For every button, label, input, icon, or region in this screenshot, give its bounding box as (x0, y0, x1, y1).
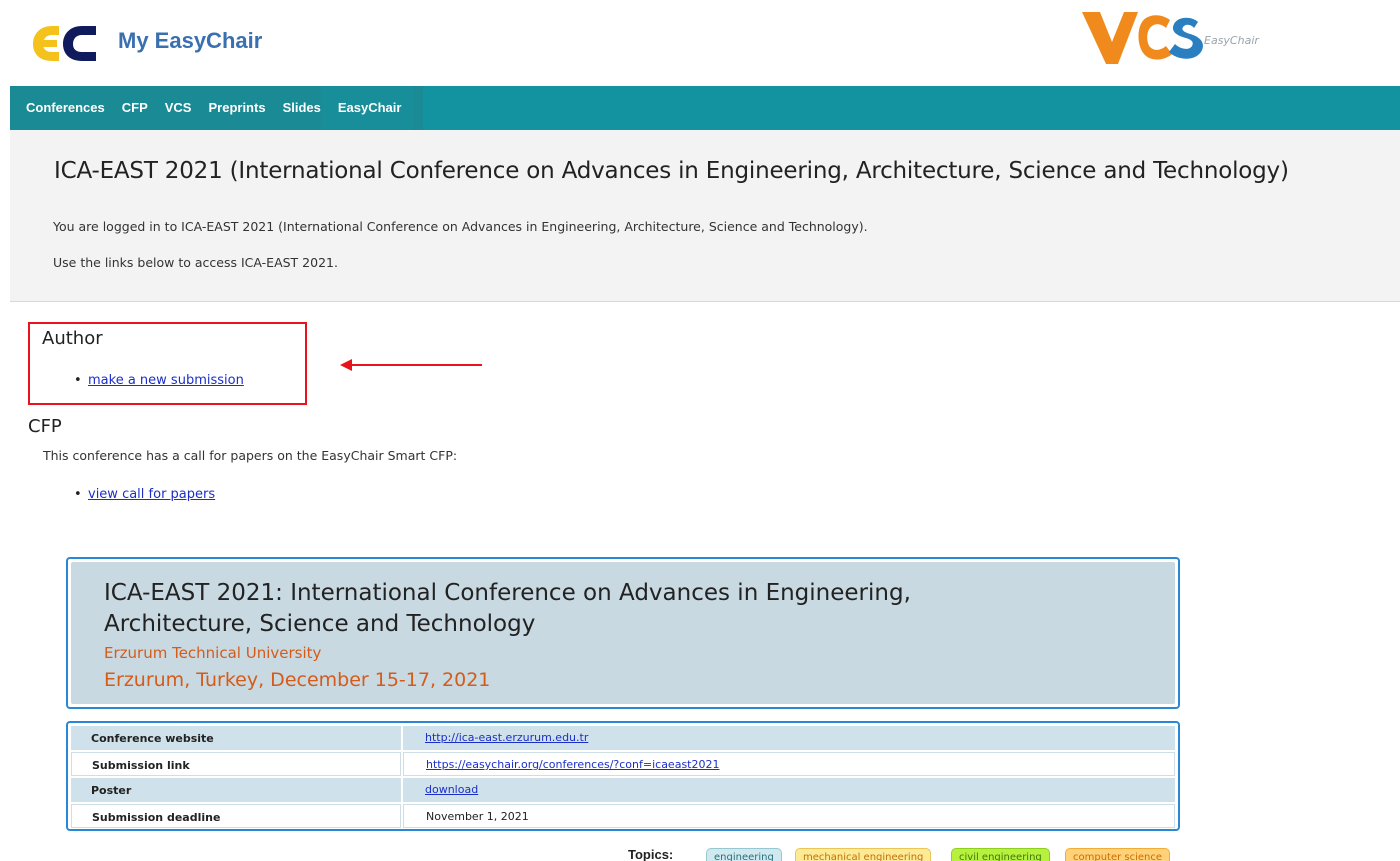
poster-download-link[interactable]: download (425, 783, 478, 796)
submission-deadline-value: November 1, 2021 (403, 804, 1175, 828)
conference-info-table: Conference website http://ica-east.erzur… (66, 721, 1180, 831)
logged-in-text: You are logged in to ICA-EAST 2021 (Inte… (53, 219, 868, 234)
topics-row: Topics: engineering mechanical engineeri… (0, 846, 1400, 861)
nav-item-easychair[interactable]: EasyChair (320, 86, 414, 130)
vcs-logo-icon[interactable]: EasyChair (1080, 6, 1270, 70)
nav-item-cfp[interactable]: CFP (105, 86, 148, 130)
submission-link[interactable]: https://easychair.org/conferences/?conf=… (426, 758, 719, 771)
nav-item-conferences[interactable]: Conferences (10, 86, 105, 130)
conference-website-link[interactable]: http://ica-east.erzurum.edu.tr (425, 731, 588, 744)
row-value: download (403, 778, 1175, 802)
bullet-icon: • (74, 487, 82, 502)
conference-card-header: ICA-EAST 2021: International Conference … (66, 557, 1180, 709)
table-row: Conference website http://ica-east.erzur… (71, 726, 1175, 751)
author-section-title: Author (42, 328, 103, 349)
row-value: https://easychair.org/conferences/?conf=… (403, 752, 1175, 776)
brand-title[interactable]: My EasyChair (118, 28, 262, 54)
page-title: ICA-EAST 2021 (International Conference … (54, 158, 1289, 184)
intro-panel: ICA-EAST 2021 (International Conference … (10, 130, 1400, 302)
table-row: Submission deadline November 1, 2021 (71, 804, 1175, 829)
row-label: Submission deadline (71, 804, 401, 828)
nav-item-slides[interactable]: Slides (266, 86, 321, 130)
row-value: http://ica-east.erzurum.edu.tr (403, 726, 1175, 750)
row-label: Submission link (71, 752, 401, 776)
view-cfp-link[interactable]: view call for papers (88, 487, 215, 502)
new-submission-link[interactable]: make a new submission (88, 373, 244, 388)
page-header: My EasyChair EasyChair (0, 0, 1400, 84)
cfp-section-title: CFP (28, 416, 62, 437)
arrow-left-icon (340, 359, 482, 371)
conference-location: Erzurum, Turkey, December 15-17, 2021 (104, 669, 491, 691)
easychair-logo-icon[interactable] (32, 24, 98, 62)
row-label: Conference website (71, 726, 401, 750)
conference-university: Erzurum Technical University (104, 644, 322, 662)
topics-label: Topics: (628, 847, 674, 861)
cfp-description: This conference has a call for papers on… (43, 448, 458, 463)
topic-tag[interactable]: mechanical engineering (795, 848, 932, 861)
topic-tag[interactable]: civil engineering (951, 848, 1050, 861)
table-row: Poster download (71, 778, 1175, 803)
instructions-text: Use the links below to access ICA-EAST 2… (53, 255, 338, 270)
main-nav: Conferences CFP VCS Preprints Slides Eas… (10, 86, 1400, 130)
bullet-icon: • (74, 373, 82, 388)
nav-item-vcs[interactable]: VCS (148, 86, 192, 130)
row-label: Poster (71, 778, 401, 802)
topic-tag[interactable]: engineering (706, 848, 782, 861)
topic-tag[interactable]: computer science (1065, 848, 1171, 861)
conference-title: ICA-EAST 2021: International Conference … (104, 580, 911, 637)
conference-card-inner: ICA-EAST 2021: International Conference … (71, 562, 1175, 704)
table-row: Submission link https://easychair.org/co… (71, 752, 1175, 777)
nav-items: Conferences CFP VCS Preprints Slides Eas… (10, 86, 424, 130)
nav-item-preprints[interactable]: Preprints (191, 86, 265, 130)
vcs-logo-text: EasyChair (1204, 34, 1260, 47)
